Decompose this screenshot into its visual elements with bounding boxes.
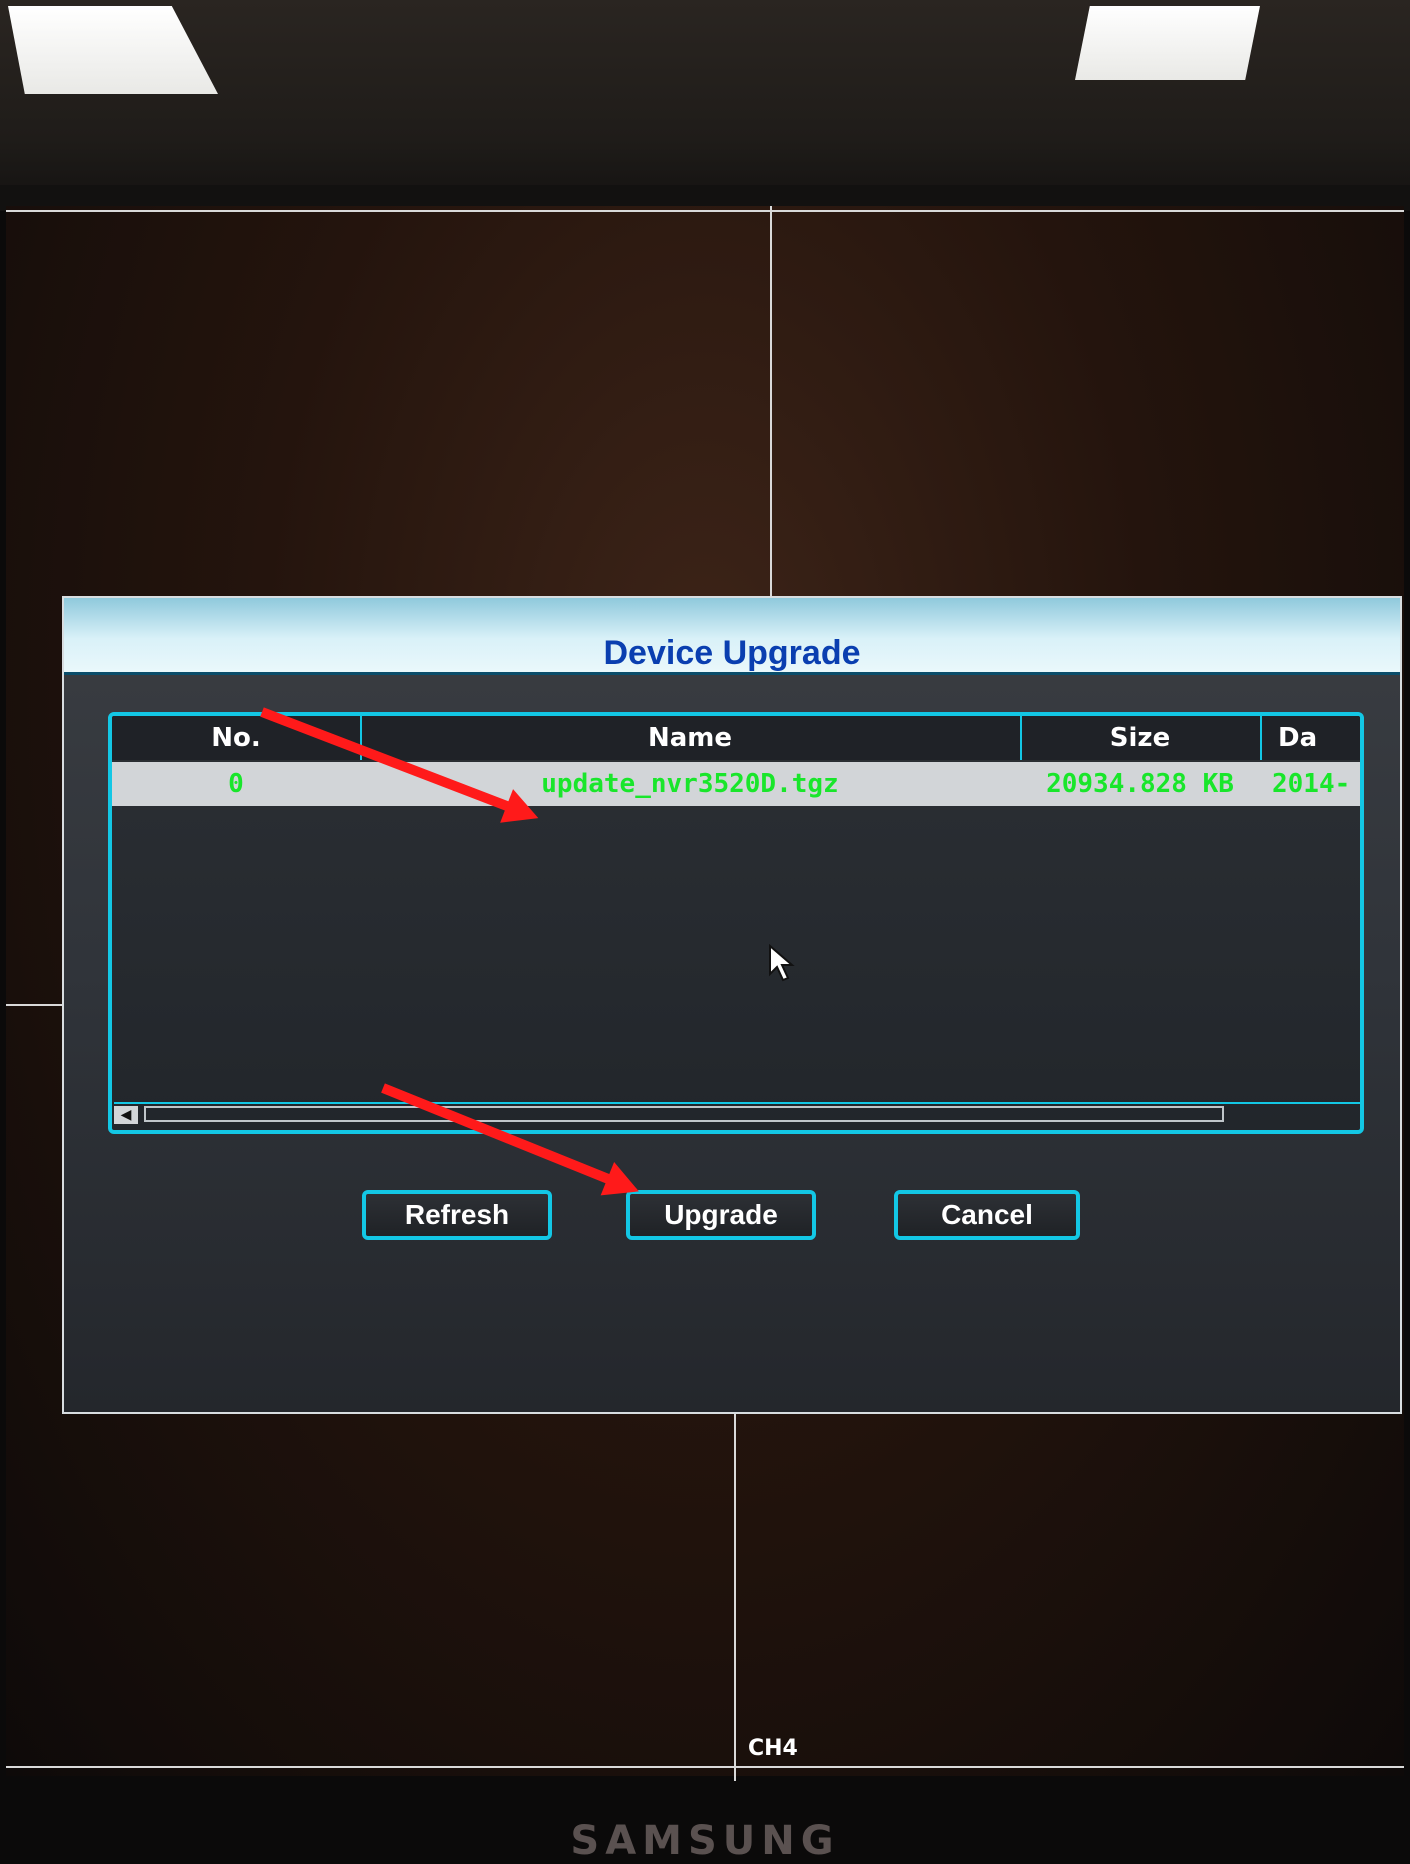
row-no: 0 <box>228 769 244 799</box>
monitor-brand-logo: SAMSUNG <box>570 1818 840 1864</box>
ceiling-light <box>8 6 218 94</box>
dialog-title: Device Upgrade <box>603 634 861 672</box>
grid-divider <box>6 1004 66 1006</box>
channel-label: CH4 <box>748 1736 798 1761</box>
table-row[interactable]: 0 update_nvr3520D.tgz 20934.828 KB 2014- <box>112 762 1360 806</box>
column-header-name[interactable]: Name <box>360 716 1022 760</box>
column-header-size[interactable]: Size <box>1020 716 1262 760</box>
mouse-pointer-icon <box>769 944 795 982</box>
row-file-date: 2014- <box>1272 769 1351 799</box>
horizontal-scrollbar[interactable]: ◀ <box>114 1102 1360 1126</box>
scrollbar-thumb[interactable] <box>144 1106 1224 1122</box>
grid-divider <box>6 1766 1404 1768</box>
column-header-date[interactable]: Da <box>1260 716 1360 760</box>
dialog-titlebar: Device Upgrade <box>64 598 1400 675</box>
refresh-button[interactable]: Refresh <box>362 1190 552 1240</box>
ceiling-light <box>1075 6 1260 80</box>
scroll-left-arrow-icon[interactable]: ◀ <box>114 1106 138 1124</box>
grid-divider <box>734 1401 736 1781</box>
grid-divider <box>770 206 772 616</box>
cancel-button[interactable]: Cancel <box>894 1190 1080 1240</box>
row-file-size: 20934.828 KB <box>1046 769 1234 799</box>
ceiling-background <box>0 0 1410 200</box>
upgrade-button[interactable]: Upgrade <box>626 1190 816 1240</box>
grid-divider <box>6 210 1404 212</box>
file-list: No. Name Size Da 0 update_nvr3520D.tgz 2… <box>108 712 1364 1134</box>
device-upgrade-dialog: Device Upgrade No. Name Size Da 0 update… <box>62 596 1402 1414</box>
